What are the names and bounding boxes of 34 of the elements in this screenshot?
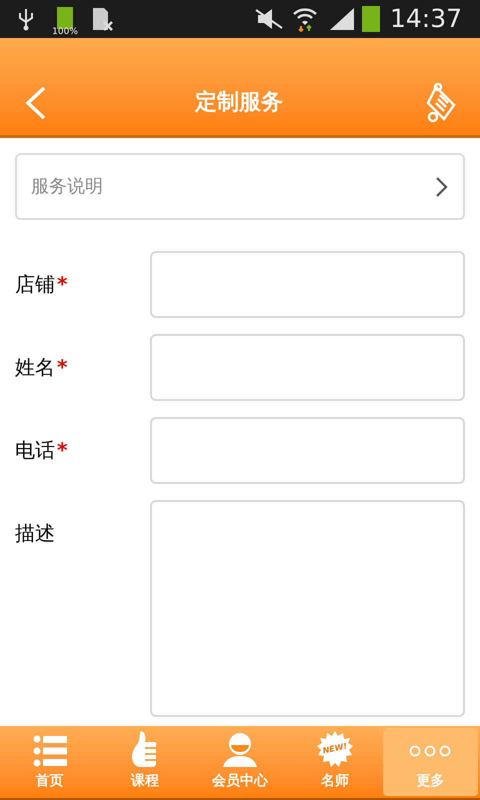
- field-label: 描述: [15, 520, 55, 547]
- nav-tab[interactable]: 首页: [2, 728, 98, 796]
- nav-tab[interactable]: 会员中心: [192, 728, 288, 796]
- usb-icon: [18, 7, 34, 31]
- service-description-link[interactable]: 服务说明: [15, 153, 465, 220]
- required-mark: *: [57, 271, 68, 298]
- required-mark: *: [57, 437, 68, 464]
- description-field[interactable]: [150, 500, 465, 717]
- nav-tab[interactable]: 课程: [97, 728, 192, 796]
- clock-time: 14:37: [390, 3, 462, 36]
- mute-icon: [254, 8, 284, 30]
- battery-icon: [362, 6, 380, 32]
- nav-tab[interactable]: 更多: [382, 728, 478, 796]
- page-title: 定制服务: [194, 88, 284, 117]
- list-icon: [32, 734, 67, 766]
- field-label: 电话: [15, 437, 55, 464]
- nav-tab[interactable]: NEW! 名师: [288, 728, 383, 796]
- field-label: 姓名: [15, 354, 55, 381]
- chevron-right-icon: [435, 176, 449, 198]
- battery-icon: [57, 7, 73, 29]
- battery-percent: 100%: [52, 28, 78, 37]
- input-field[interactable]: [150, 251, 465, 318]
- signal-icon: [330, 8, 354, 30]
- more-icon: [409, 744, 452, 756]
- sim-card-icon: [92, 7, 114, 31]
- required-mark: *: [57, 354, 68, 381]
- new-badge-icon: NEW!: [317, 731, 354, 767]
- wifi-icon: [292, 6, 318, 32]
- input-field[interactable]: [150, 334, 465, 401]
- scroll-icon[interactable]: [424, 83, 456, 123]
- field-label: 店铺: [15, 271, 55, 298]
- person-icon: [223, 733, 257, 767]
- thumbs-up-icon: [132, 731, 158, 767]
- input-field[interactable]: [150, 417, 465, 484]
